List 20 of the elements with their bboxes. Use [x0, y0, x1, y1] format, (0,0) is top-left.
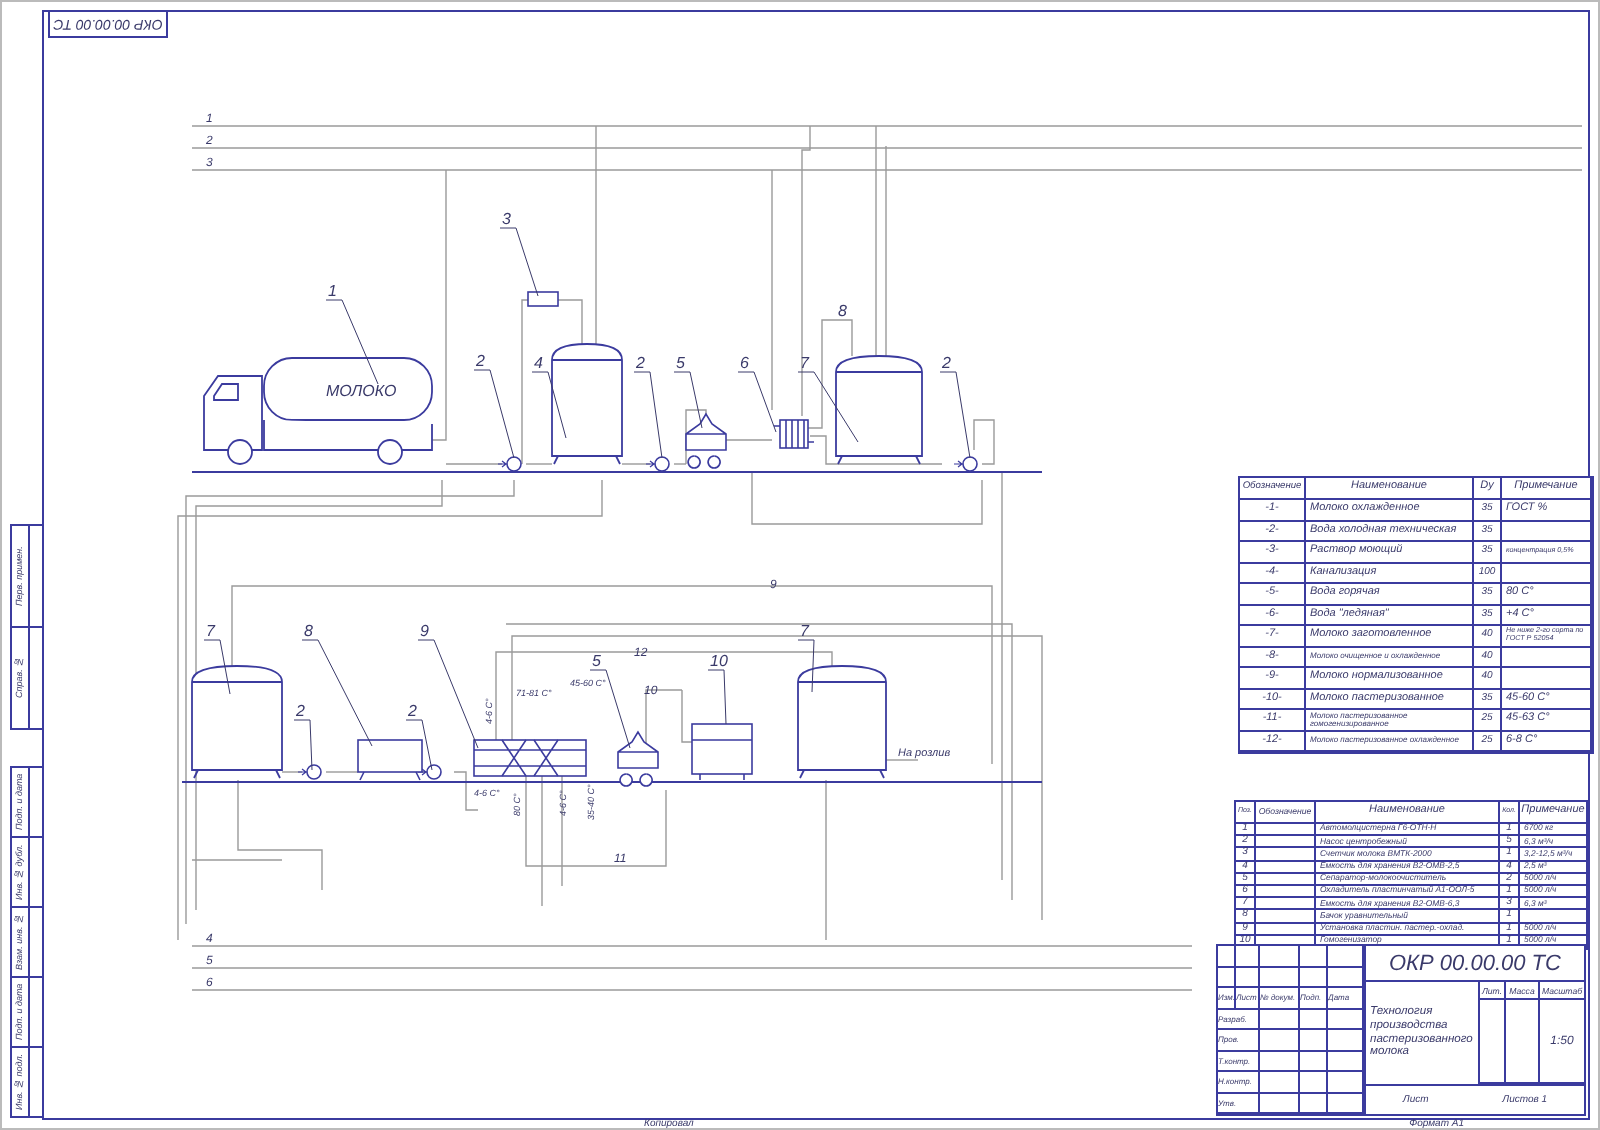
callout-number: 7 — [800, 622, 809, 640]
callout-number: 2 — [296, 702, 305, 720]
truck-tank-label: МОЛОКО — [326, 382, 397, 400]
callout-number: 2 — [942, 354, 951, 372]
callout-number: 9 — [420, 622, 429, 640]
callout-number: 7 — [206, 622, 215, 640]
callout-number: 4 — [534, 354, 543, 372]
callout-number: 2 — [636, 354, 645, 372]
document-code: ОКР 00.00.00 ТС — [1366, 946, 1584, 982]
callout-number: 6 — [740, 354, 749, 372]
callout-number: 5 — [592, 652, 601, 670]
callout-number: 1 — [328, 282, 337, 300]
callout-number: 2 — [476, 352, 485, 370]
callout-number: 10 — [710, 652, 728, 670]
callout-number: 3 — [502, 210, 511, 228]
callout-number: 7 — [800, 354, 809, 372]
callout-number: 8 — [304, 622, 313, 640]
callout-number: 2 — [408, 702, 417, 720]
callout-number: 5 — [676, 354, 685, 372]
callout-number: 8 — [838, 302, 847, 320]
